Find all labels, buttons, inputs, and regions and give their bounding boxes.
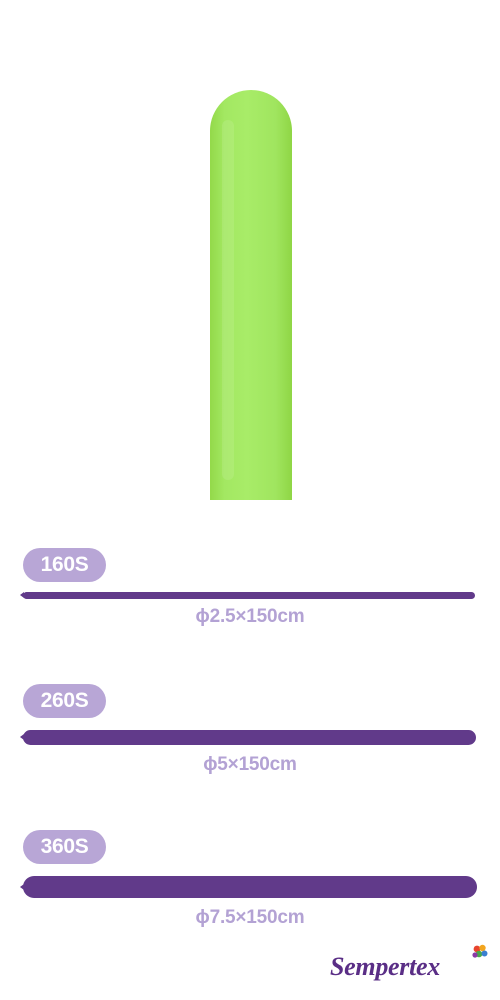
balloon-diameter-bar (23, 876, 477, 898)
size-row-160s: 160S ϕ2.5×150cm (0, 545, 500, 645)
dimension-label: ϕ2.5×150cm (195, 606, 305, 627)
sempertex-logo: Sempertex (330, 944, 490, 988)
dimension-label: ϕ5×150cm (203, 754, 297, 775)
balloon-highlight (222, 120, 234, 480)
dimension-label: ϕ7.5×150cm (195, 907, 305, 928)
balloon-diameter-bar (23, 730, 476, 745)
size-row-360s: 360S ϕ7.5×150cm (0, 829, 500, 929)
model-badge: 260S (23, 684, 106, 718)
brand-name: Sempertex (330, 952, 440, 981)
size-row-260s: 260S ϕ5×150cm (0, 683, 500, 783)
balloon-cluster-icon (472, 944, 488, 958)
model-badge: 160S (23, 548, 106, 582)
model-badge: 360S (23, 830, 106, 864)
balloon-diameter-bar (23, 592, 475, 599)
